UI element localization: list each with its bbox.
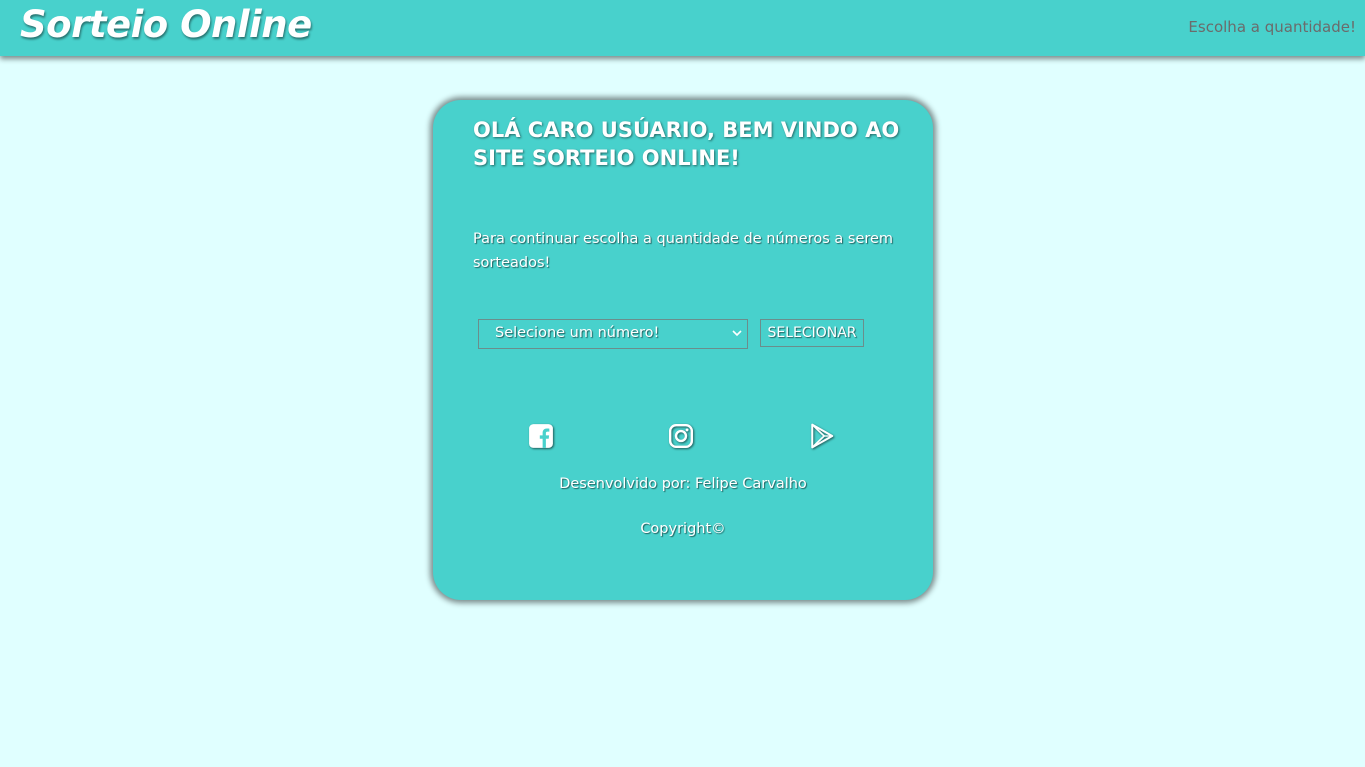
select-button[interactable]: SELECIONAR — [760, 319, 864, 347]
nav-link-choose-quantity[interactable]: Escolha a quantidade! — [1188, 18, 1356, 36]
instagram-icon[interactable] — [668, 423, 696, 451]
site-logo[interactable]: Sorteio Online — [20, 3, 312, 46]
number-select-value: Selecione um número! — [495, 325, 660, 341]
copyright-text: Copyright© — [640, 521, 726, 537]
number-select[interactable]: Selecione um número! — [478, 319, 748, 349]
instructions-text: Para continuar escolha a quantidade de n… — [473, 231, 894, 271]
google-play-icon[interactable] — [809, 423, 837, 451]
welcome-card: OLÁ CARO USÚARIO, BEM VINDO AO SITE SORT… — [433, 100, 933, 600]
chevron-down-icon — [731, 325, 743, 341]
top-navbar: Sorteio Online Escolha a quantidade! — [0, 0, 1365, 56]
facebook-icon[interactable] — [528, 423, 556, 451]
developer-credit: Desenvolvido por: Felipe Carvalho — [559, 476, 807, 492]
welcome-heading: OLÁ CARO USÚARIO, BEM VINDO AO SITE SORT… — [473, 118, 900, 170]
